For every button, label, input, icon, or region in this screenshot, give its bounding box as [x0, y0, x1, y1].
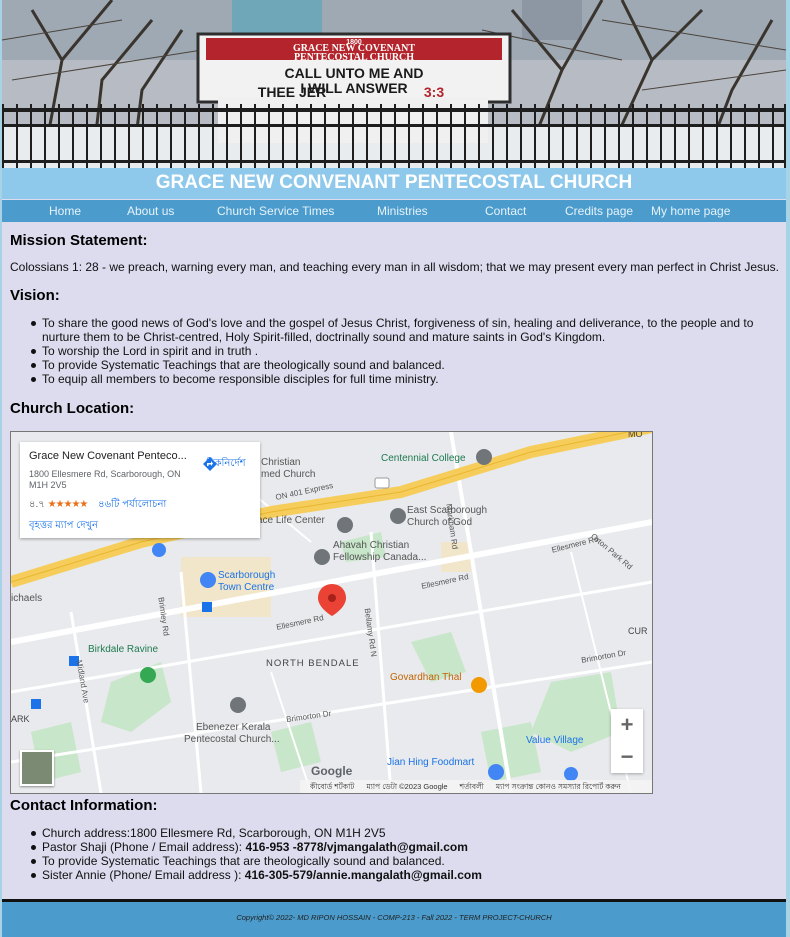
park-marker-icon: [140, 667, 156, 683]
keyboard-shortcuts-link[interactable]: কীবোর্ড শর্টকাট: [310, 782, 354, 791]
place-card: Grace New Covenant Penteco... 1800 Elles…: [20, 442, 260, 538]
map-label: CUR: [628, 626, 648, 636]
embedded-map[interactable]: Centennial College Christian med Church …: [10, 431, 653, 794]
mission-text: Colossians 1: 28 - we preach, warning ev…: [10, 260, 780, 274]
google-logo: Google: [311, 764, 353, 778]
map-attribution: কীবোর্ড শর্টকাট ম্যাপ ডেটা ©2023 Google …: [300, 780, 652, 793]
nav-contact[interactable]: Contact: [485, 200, 526, 222]
location-heading: Church Location:: [10, 400, 135, 417]
map-label: Scarborough: [218, 570, 276, 581]
list-item: To share the good news of God's love and…: [10, 316, 770, 344]
site-title: GRACE NEW CONVENANT PENTECOSTAL CHURCH: [2, 168, 786, 199]
footer: Copyright© 2022- MD RIPON HOSSAIN - COMP…: [2, 899, 786, 937]
list-item: Church address:1800 Ellesmere Rd, Scarbo…: [10, 826, 770, 840]
map-label: ace Life Center: [257, 515, 325, 526]
map-label: ichaels: [11, 593, 43, 604]
zoom-controls: + −: [611, 709, 643, 773]
nav-my-home-page[interactable]: My home page: [651, 200, 730, 222]
map-label: Ahavah Christian: [333, 540, 410, 551]
zoom-in-button[interactable]: +: [611, 709, 643, 741]
map-label: ARK: [11, 714, 30, 724]
terms-link[interactable]: শর্তাবলী: [460, 782, 484, 791]
restaurant-marker-icon: [471, 677, 487, 693]
page: 1800 GRACE NEW COVENANT PENTECOSTAL CHUR…: [2, 0, 786, 937]
map-label: Centennial College: [381, 453, 466, 464]
map-label: MO: [628, 431, 643, 439]
church-sign-photo: 1800 GRACE NEW COVENANT PENTECOSTAL CHUR…: [2, 0, 786, 168]
vision-heading: Vision:: [10, 287, 60, 304]
sign-message-line-3: THEE JER: [258, 84, 326, 100]
map-label: Church of God: [407, 517, 473, 528]
map-data-credit: ম্যাপ ডেটা ©2023 Google: [366, 782, 448, 791]
directions-button[interactable]: দিকনির্দেশ: [202, 456, 250, 473]
map-label: Pentecostal Church...: [184, 734, 280, 745]
highway-shield-icon: [374, 477, 390, 489]
list-item: To provide Systematic Teachings that are…: [10, 854, 770, 868]
nav-about-us[interactable]: About us: [127, 200, 174, 222]
pastor-contact: 416-953 -8778/vjmangalath@gmail.com: [245, 840, 468, 854]
map-label: Ebenezer Kerala: [196, 722, 271, 733]
map-label: Govardhan Thal: [390, 672, 462, 683]
directions-icon: [203, 457, 217, 471]
list-item: Sister Annie (Phone/ Email address ): 41…: [10, 868, 770, 882]
list-item: Pastor Shaji (Phone / Email address): 41…: [10, 840, 770, 854]
vision-list: To share the good news of God's love and…: [10, 316, 770, 386]
place-address: 1800 Ellesmere Rd, Scarborough, ON M1H 2…: [29, 469, 181, 490]
hero-photo: 1800 GRACE NEW COVENANT PENTECOSTAL CHUR…: [2, 0, 786, 168]
nav-home[interactable]: Home: [49, 200, 81, 222]
map-label: NORTH BENDALE: [266, 658, 360, 669]
sign-verse: 3:3: [424, 84, 444, 100]
nav-church-service-times[interactable]: Church Service Times: [217, 200, 334, 222]
satellite-toggle-button[interactable]: [20, 750, 54, 786]
map-label: Fellowship Canada...: [333, 552, 427, 563]
sister-contact: 416-305-579/annie.mangalath@gmail.com: [244, 868, 482, 882]
sign-message-line-1: CALL UNTO ME AND: [285, 65, 424, 81]
contact-list: Church address:1800 Ellesmere Rd, Scarbo…: [10, 826, 770, 882]
sign-name-line-2: PENTECOSTAL CHURCH: [294, 52, 414, 63]
map-label: Value Village: [526, 735, 584, 746]
map-label: Jian Hing Foodmart: [387, 757, 475, 768]
mission-heading: Mission Statement:: [10, 232, 148, 249]
nav-credits-page[interactable]: Credits page: [565, 200, 633, 222]
zoom-out-button[interactable]: −: [611, 741, 643, 773]
place-rating: ৪.৭ ★★★★★ ৪৬টি পর্যালোচনা: [29, 497, 166, 514]
place-name[interactable]: Grace New Covenant Penteco...: [29, 450, 189, 462]
nav-ministries[interactable]: Ministries: [377, 200, 428, 222]
list-item: To equip all members to become responsib…: [10, 372, 770, 386]
list-item: To worship the Lord in spirit and in tru…: [10, 344, 770, 358]
star-icon: ★★★★★: [47, 499, 89, 510]
contact-heading: Contact Information:: [10, 797, 158, 814]
main-nav: Home About us Church Service Times Minis…: [2, 200, 786, 222]
rating-value: ৪.৭: [29, 499, 45, 510]
map-label: Christian: [261, 457, 301, 468]
reviews-link[interactable]: ৪৬টি পর্যালোচনা: [98, 499, 166, 510]
view-larger-map-link[interactable]: বৃহত্তর ম্যাপ দেখুন: [29, 518, 98, 535]
copyright-text: Copyright© 2022- MD RIPON HOSSAIN - COMP…: [236, 913, 552, 922]
report-problem-link[interactable]: ম্যাপ সংক্রান্ত কোনও সমস্যার রিপোর্ট করু…: [496, 782, 621, 791]
list-item: To provide Systematic Teachings that are…: [10, 358, 770, 372]
map-label: Town Centre: [218, 582, 275, 593]
map-label: med Church: [261, 469, 316, 480]
map-label: Birkdale Ravine: [88, 644, 159, 655]
